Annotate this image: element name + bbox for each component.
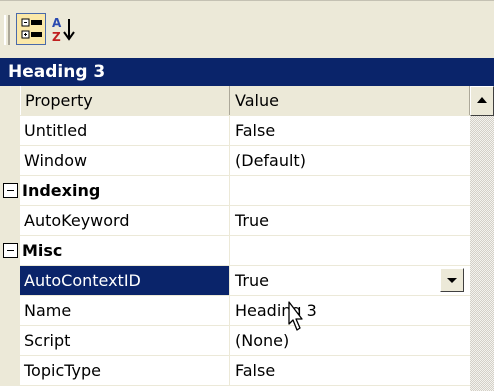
- category-value: [231, 176, 470, 205]
- toolbar: A Z: [0, 0, 494, 59]
- svg-text:A: A: [52, 16, 62, 30]
- row-gutter: [0, 296, 20, 326]
- mouse-pointer-icon: [288, 301, 303, 331]
- property-name: Window: [20, 146, 230, 175]
- property-value-select[interactable]: True: [231, 266, 470, 295]
- property-row-untitled[interactable]: Untitled False: [0, 116, 470, 146]
- column-header-value[interactable]: Value: [231, 86, 470, 115]
- scroll-up-arrow-icon[interactable]: [470, 86, 494, 116]
- property-value[interactable]: False: [231, 356, 470, 385]
- property-row-window[interactable]: Window (Default): [0, 146, 470, 176]
- property-name: AutoKeyword: [20, 206, 230, 235]
- property-grid: Property Value Untitled False Window (De…: [0, 86, 494, 391]
- property-value[interactable]: Heading 3: [231, 296, 470, 325]
- property-value[interactable]: (None): [231, 326, 470, 355]
- svg-text:Z: Z: [52, 30, 61, 44]
- row-gutter: [0, 326, 20, 356]
- property-row-name[interactable]: Name Heading 3: [0, 296, 470, 326]
- category-value: [231, 236, 470, 265]
- property-name: Untitled: [20, 116, 230, 145]
- row-gutter: [0, 146, 20, 176]
- property-row-autocontextid[interactable]: AutoContextID True: [0, 266, 470, 296]
- row-gutter: [0, 356, 20, 386]
- property-name: Name: [20, 296, 230, 325]
- row-gutter: [0, 116, 20, 146]
- row-gutter: [0, 236, 20, 266]
- row-gutter: [0, 176, 20, 206]
- property-value[interactable]: True: [231, 206, 470, 235]
- alphabetical-sort-button[interactable]: A Z: [50, 13, 80, 45]
- toolbar-grip[interactable]: [4, 15, 10, 45]
- categorized-view-icon: [21, 18, 42, 39]
- category-name: Indexing: [20, 176, 230, 205]
- header-gutter: [0, 86, 20, 116]
- property-name: TopicType: [20, 356, 230, 385]
- property-row-script[interactable]: Script (None): [0, 326, 470, 356]
- property-row-topictype[interactable]: TopicType False: [0, 356, 470, 386]
- category-row-misc[interactable]: Misc: [0, 236, 470, 266]
- category-name: Misc: [20, 236, 230, 265]
- property-name: AutoContextID: [20, 266, 230, 295]
- grid-header: Property Value: [0, 86, 470, 116]
- row-gutter: [0, 206, 20, 236]
- column-header-property[interactable]: Property: [20, 86, 230, 115]
- row-gutter: [0, 266, 20, 296]
- property-value[interactable]: False: [231, 116, 470, 145]
- categorized-view-button[interactable]: [16, 13, 46, 45]
- vertical-scrollbar[interactable]: [470, 86, 494, 391]
- sort-alphabetical-icon: A Z: [52, 16, 75, 44]
- collapse-icon[interactable]: [3, 183, 18, 198]
- property-name: Script: [20, 326, 230, 355]
- category-row-indexing[interactable]: Indexing: [0, 176, 470, 206]
- property-row-autokeyword[interactable]: AutoKeyword True: [0, 206, 470, 236]
- property-value[interactable]: (Default): [231, 146, 470, 175]
- collapse-icon[interactable]: [3, 243, 18, 258]
- object-heading: Heading 3: [0, 58, 494, 86]
- dropdown-arrow-icon[interactable]: [440, 268, 464, 292]
